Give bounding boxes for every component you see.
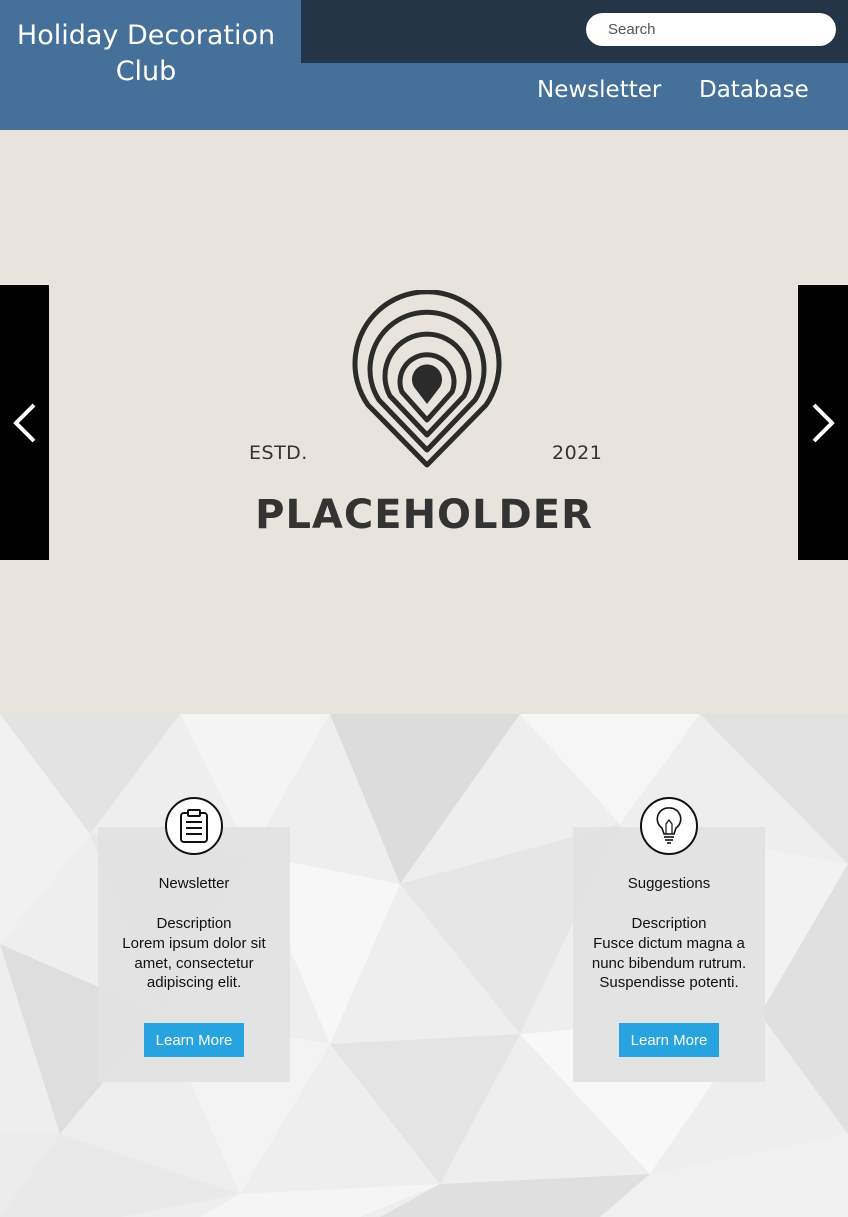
- feature-card-desc: Lorem ipsum dolor sit amet, consectetur …: [122, 935, 266, 991]
- clipboard-icon: [165, 797, 223, 855]
- feature-card-newsletter: Newsletter Description Lorem ipsum dolor…: [98, 827, 290, 1082]
- chevron-right-icon: [812, 403, 835, 442]
- logo-estd-label: ESTD.: [249, 442, 308, 464]
- learn-more-suggestions-button[interactable]: Learn More: [619, 1023, 719, 1057]
- nav-link-database[interactable]: Database: [699, 77, 809, 103]
- carousel-next-button[interactable]: [798, 285, 848, 560]
- feature-card-desc: Fusce dictum magna a nunc bibendum rutru…: [591, 935, 747, 991]
- chevron-left-icon: [12, 403, 35, 442]
- feature-card-title: Suggestions: [627, 875, 711, 892]
- nav-link-newsletter[interactable]: Newsletter: [537, 77, 661, 103]
- hero-carousel: ESTD. 2021 PLACEHOLDER: [0, 130, 848, 714]
- learn-more-newsletter-button[interactable]: Learn More: [144, 1023, 244, 1057]
- carousel-prev-button[interactable]: [0, 285, 49, 560]
- feature-card-title: Newsletter: [158, 875, 230, 892]
- site-header: Holiday Decoration Club Newsletter Datab…: [0, 0, 848, 130]
- features-section: Newsletter Description Lorem ipsum dolor…: [0, 714, 848, 1217]
- feature-card-desc-label: Description: [631, 915, 707, 932]
- feature-card-suggestions: Suggestions Description Fusce dictum mag…: [573, 827, 765, 1082]
- logo-wordmark: PLACEHOLDER: [255, 492, 593, 538]
- logo-year-label: 2021: [552, 442, 603, 464]
- lightbulb-icon: [640, 797, 698, 855]
- site-title[interactable]: Holiday Decoration Club: [0, 18, 292, 90]
- search-input[interactable]: [586, 13, 836, 46]
- feature-card-desc-label: Description: [156, 915, 232, 932]
